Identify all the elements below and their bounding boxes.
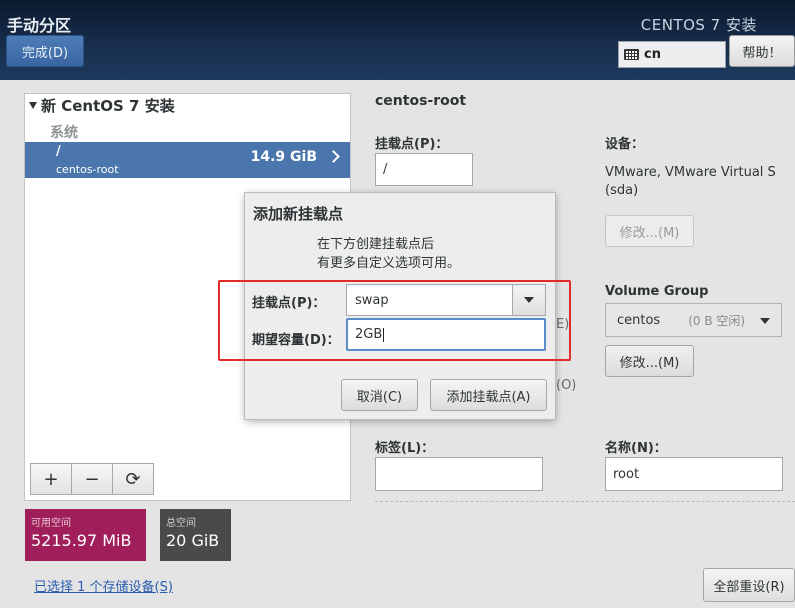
available-space-value: 5215.97 MiB xyxy=(31,531,132,550)
install-group-header[interactable]: 新 CentOS 7 安装 xyxy=(29,95,175,116)
dialog-title: 添加新挂载点 xyxy=(253,205,344,223)
vg-free: (0 B 空闲) xyxy=(688,313,746,328)
vg-modify-button[interactable]: 修改...(M) xyxy=(605,345,694,377)
volume-group-label: Volume Group xyxy=(605,284,709,299)
tag-label: 标签(L)： xyxy=(375,441,435,456)
keyboard-icon xyxy=(624,49,639,60)
total-space-label: 总空间 xyxy=(166,518,196,529)
system-section-label: 系统 xyxy=(50,125,78,141)
mount-row-root[interactable]: / centos-root 14.9 GiB xyxy=(25,142,350,178)
chevron-down-icon xyxy=(760,318,770,324)
done-button[interactable]: 完成(D) xyxy=(6,35,84,67)
dialog-desc-line2: 有更多自定义选项可用。 xyxy=(317,256,461,271)
page-title: 手动分区 xyxy=(7,16,72,35)
detail-mount-field[interactable]: / xyxy=(375,153,473,186)
volume-group-select[interactable]: centos (0 B 空闲) xyxy=(605,303,782,337)
device-label: 设备： xyxy=(605,137,645,152)
name-label: 名称(N)： xyxy=(605,441,667,456)
device-value: VMware, VMware Virtual S xyxy=(605,165,776,180)
clipped-text-2: (O) xyxy=(556,378,577,393)
install-group-title: 新 CentOS 7 安装 xyxy=(41,97,175,115)
device-sub: (sda) xyxy=(605,183,639,198)
available-space-box: 可用空间 5215.97 MiB xyxy=(25,509,146,561)
add-mount-point-button[interactable]: 添加挂载点(A) xyxy=(430,379,547,411)
product-title: CENTOS 7 安装 xyxy=(640,16,757,34)
reset-all-button[interactable]: 全部重设(R) xyxy=(703,568,795,602)
help-button[interactable]: 帮助！ xyxy=(729,35,795,67)
divider xyxy=(375,501,795,502)
tag-field[interactable] xyxy=(375,457,543,491)
refresh-icon: ⟳ xyxy=(125,468,141,490)
highlight-box xyxy=(218,280,571,361)
mount-path: / xyxy=(56,144,61,159)
mount-size: 14.9 GiB xyxy=(250,149,317,165)
chevron-right-icon xyxy=(327,150,340,163)
vg-name: centos xyxy=(617,312,661,328)
dialog-description: 在下方创建挂载点后 有更多自定义选项可用。 xyxy=(317,235,460,273)
device-modify-button[interactable]: 修改...(M) xyxy=(605,215,694,247)
dialog-desc-line1: 在下方创建挂载点后 xyxy=(317,237,435,252)
detail-mount-label: 挂载点(P)： xyxy=(375,137,449,152)
keyboard-layout-indicator[interactable]: cn xyxy=(618,41,726,68)
storage-devices-link[interactable]: 已选择 1 个存储设备(S) xyxy=(34,576,173,595)
expand-triangle-icon xyxy=(29,102,37,109)
name-field[interactable]: root xyxy=(605,457,783,491)
top-header: 手动分区 完成(D) CENTOS 7 安装 cn 帮助！ xyxy=(0,0,795,80)
cancel-button[interactable]: 取消(C) xyxy=(341,379,418,411)
mount-device: centos-root xyxy=(56,163,119,176)
partition-toolbar: + − ⟳ xyxy=(30,463,154,495)
total-space-value: 20 GiB xyxy=(166,531,220,550)
refresh-button[interactable]: ⟳ xyxy=(112,463,154,495)
available-space-label: 可用空间 xyxy=(31,518,71,529)
keyboard-layout-label: cn xyxy=(644,47,661,62)
detail-title: centos-root xyxy=(375,93,467,109)
add-mount-button[interactable]: + xyxy=(30,463,72,495)
remove-mount-button[interactable]: − xyxy=(71,463,113,495)
total-space-box: 总空间 20 GiB xyxy=(160,509,231,561)
